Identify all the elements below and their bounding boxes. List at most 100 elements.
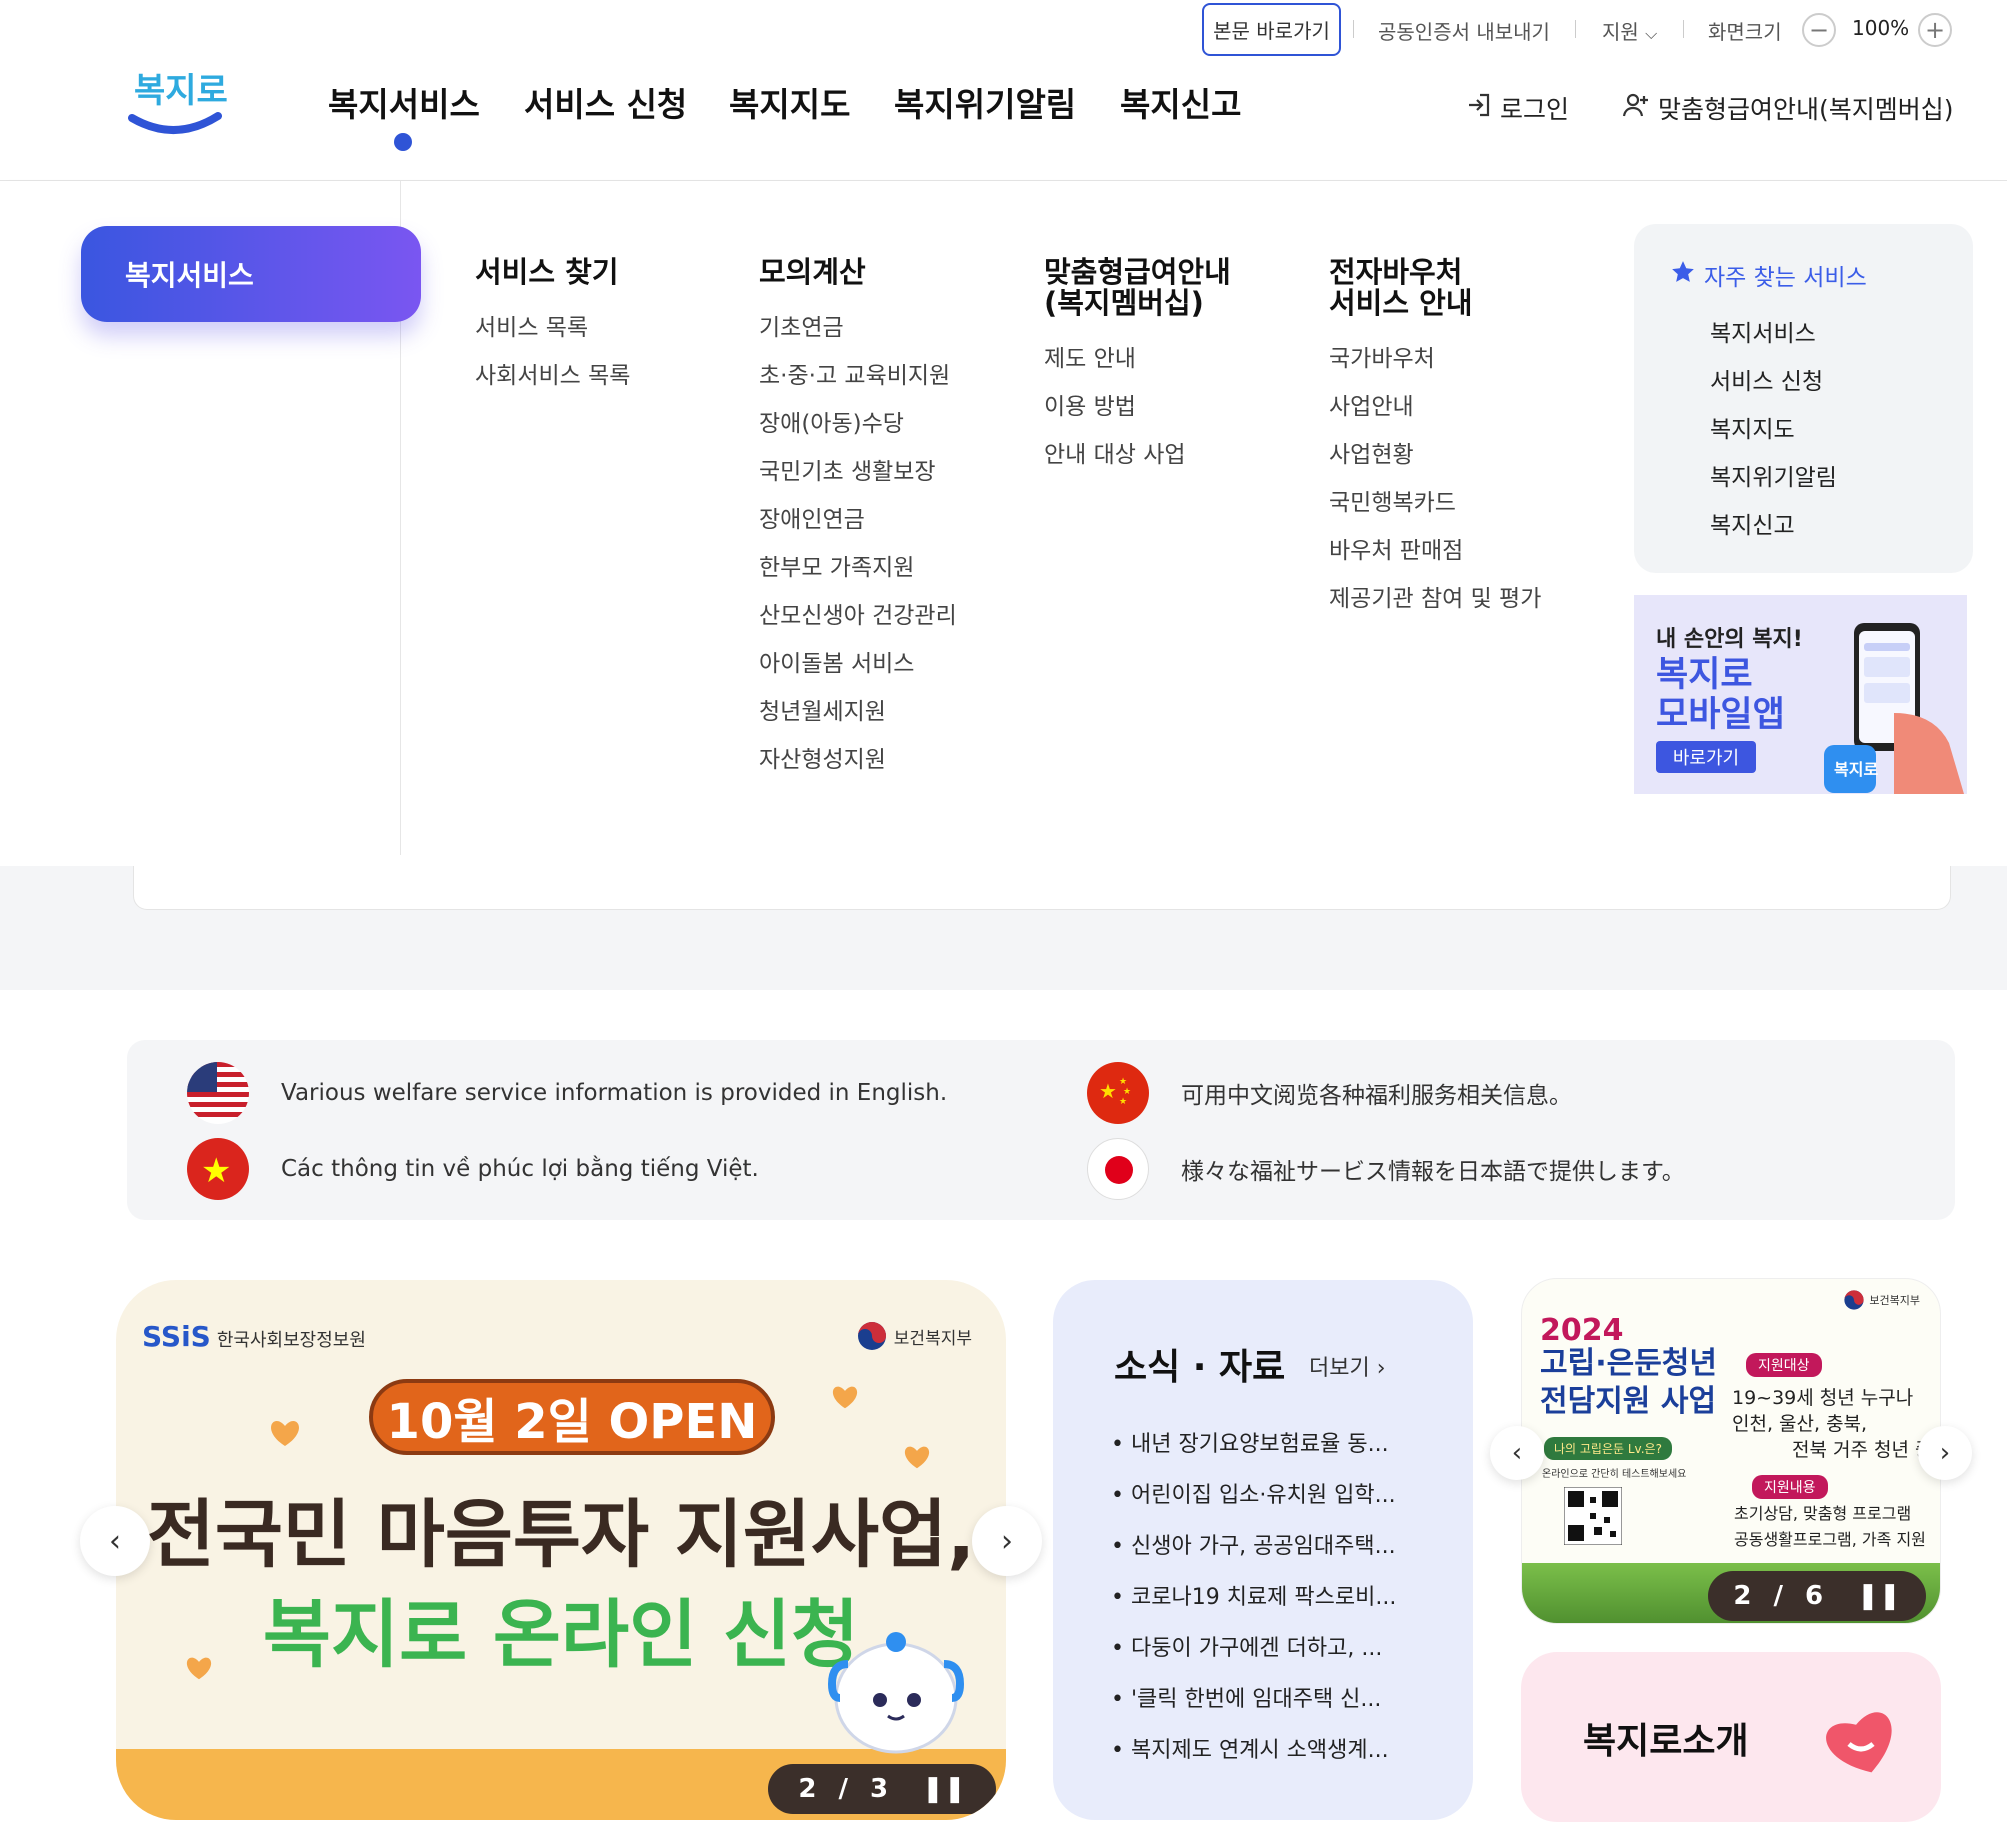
favorite-link[interactable]: 복지위기알림: [1710, 458, 1837, 492]
heart-tag-icon: [1826, 1712, 1892, 1773]
open-date-badge: 10월 2일 OPEN: [369, 1379, 775, 1455]
support-label: 지원: [1602, 20, 1639, 44]
side-banner-line: 공동생활프로그램, 가족 지원: [1734, 1530, 1926, 1549]
favorite-services-panel: 자주 찾는 서비스 복지서비스 서비스 신청 복지지도 복지위기알림 복지신고: [1634, 224, 1973, 573]
menu-link[interactable]: 기초연금: [759, 304, 957, 352]
menu-column-title[interactable]: 전자바우처 서비스 안내: [1329, 257, 1541, 319]
chevron-left-icon: ‹: [1511, 1438, 1523, 1468]
mega-menu-section-title[interactable]: 복지서비스: [81, 226, 421, 322]
support-dropdown[interactable]: 지원 ⌵: [1602, 16, 1657, 45]
app-banner-button[interactable]: 바로가기: [1656, 741, 1756, 773]
menu-column-title[interactable]: 서비스 찾기: [475, 257, 630, 288]
language-japanese-link[interactable]: 様々な福祉サービス情報を日本語で提供します。: [1087, 1138, 1685, 1200]
menu-link[interactable]: 사업현황: [1329, 431, 1541, 479]
menu-link[interactable]: 산모신생아 건강관리: [759, 592, 957, 640]
zoom-out-button[interactable]: −: [1802, 13, 1836, 47]
main-banner-slide[interactable]: SSiS 한국사회보장정보원 보건복지부 10월 2일 OPEN 전국민 마음투자…: [116, 1280, 1006, 1820]
language-vietnamese-text: Các thông tin về phúc lợi bằng tiếng Việ…: [281, 1156, 759, 1182]
menu-column-title-line: 전자바우처: [1329, 255, 1463, 289]
nav-welfare-map[interactable]: 복지지도: [729, 78, 850, 126]
membership-label: 맞춤형급여안내(복지멤버십): [1658, 95, 1954, 124]
divider: [1353, 20, 1354, 38]
support-target-tag: 지원대상: [1746, 1353, 1822, 1377]
hero-card-edge: [133, 866, 1951, 910]
svg-text:★: ★: [1119, 1077, 1127, 1087]
menu-link[interactable]: 이용 방법: [1044, 383, 1231, 431]
login-link[interactable]: 로그인: [1466, 90, 1569, 126]
app-banner-tagline: 내 손안의 복지!: [1656, 627, 1803, 652]
menu-link[interactable]: 국민기초 생활보장: [759, 448, 957, 496]
menu-link[interactable]: 국가바우처: [1329, 335, 1541, 383]
menu-link[interactable]: 아이돌봄 서비스: [759, 640, 957, 688]
ssis-logo: SSiS 한국사회보장정보원: [142, 1320, 366, 1353]
language-vietnamese-link[interactable]: ★ Các thông tin về phúc lợi bằng tiếng V…: [187, 1138, 759, 1200]
nav-welfare-report[interactable]: 복지신고: [1120, 78, 1241, 126]
side-banner-year: 2024: [1540, 1313, 1624, 1348]
menu-link[interactable]: 사업안내: [1329, 383, 1541, 431]
news-more-link[interactable]: 더보기 ›: [1309, 1350, 1386, 1382]
news-item[interactable]: • 다둥이 가구에겐 더하고, ...: [1111, 1630, 1382, 1662]
language-english-link[interactable]: Various welfare service information is p…: [187, 1062, 947, 1124]
mobile-app-banner[interactable]: 내 손안의 복지! 복지로 모바일앱 바로가기 복지로: [1634, 595, 1967, 794]
site-logo[interactable]: 복지로: [122, 58, 228, 140]
favorite-link[interactable]: 서비스 신청: [1710, 362, 1823, 396]
menu-column-title[interactable]: 모의계산: [759, 257, 957, 288]
news-item[interactable]: • '클릭 한번에 임대주택 신...: [1111, 1681, 1381, 1713]
news-item[interactable]: • 내년 장기요양보험료율 동...: [1111, 1426, 1389, 1458]
nav-service-apply[interactable]: 서비스 신청: [524, 78, 687, 126]
banner-next-button[interactable]: ›: [972, 1506, 1042, 1576]
chevron-left-icon: ‹: [109, 1523, 121, 1559]
menu-link[interactable]: 자산형성지원: [759, 736, 957, 784]
slide-pager: 2 / 3 ❚❚: [768, 1764, 996, 1814]
user-plus-icon: [1622, 92, 1650, 124]
side-banner-slide[interactable]: 보건복지부 2024 고립·은둔청년 전담지원 사업 지원대상 19~39세 청년…: [1521, 1278, 1941, 1624]
menu-link[interactable]: 바우처 판매점: [1329, 527, 1541, 575]
membership-link[interactable]: 맞춤형급여안내(복지멤버십): [1622, 90, 1954, 126]
menu-link[interactable]: 한부모 가족지원: [759, 544, 957, 592]
side-banner-next-button[interactable]: ›: [1918, 1426, 1972, 1480]
ministry-emblem-icon: [857, 1322, 886, 1350]
menu-column-title[interactable]: 맞춤형급여안내 (복지멤버십): [1044, 257, 1231, 319]
news-item[interactable]: • 코로나19 치료제 팍스로비...: [1111, 1579, 1396, 1611]
slide-total: 6: [1804, 1581, 1824, 1611]
menu-link[interactable]: 청년월세지원: [759, 688, 957, 736]
menu-link[interactable]: 서비스 목록: [475, 304, 630, 352]
heart-decoration: [832, 1386, 858, 1409]
menu-link[interactable]: 제공기관 참여 및 평가: [1329, 575, 1541, 623]
menu-link[interactable]: 사회서비스 목록: [475, 352, 630, 400]
menu-column-membership: 맞춤형급여안내 (복지멤버십) 제도 안내 이용 방법 안내 대상 사업: [1044, 257, 1231, 479]
star-icon: [1670, 259, 1696, 291]
favorite-link[interactable]: 복지서비스: [1710, 314, 1816, 348]
zoom-in-button[interactable]: +: [1918, 13, 1952, 47]
pause-button[interactable]: ❚❚: [1857, 1581, 1901, 1611]
cert-export-link[interactable]: 공동인증서 내보내기: [1378, 16, 1550, 45]
news-item[interactable]: • 어린이집 입소·유치원 입학...: [1111, 1477, 1396, 1509]
menu-link[interactable]: 안내 대상 사업: [1044, 431, 1231, 479]
menu-link[interactable]: 국민행복카드: [1329, 479, 1541, 527]
qr-code-icon: [1564, 1487, 1622, 1545]
skip-to-content-link[interactable]: 본문 바로가기: [1202, 3, 1341, 56]
favorite-link[interactable]: 복지지도: [1710, 410, 1795, 444]
about-bokjiro-card[interactable]: 복지로소개: [1521, 1652, 1941, 1822]
menu-link[interactable]: 장애(아동)수당: [759, 400, 957, 448]
org-name: 한국사회보장정보원: [216, 1330, 366, 1351]
banner-prev-button[interactable]: ‹: [80, 1506, 150, 1576]
favorite-link[interactable]: 복지신고: [1710, 506, 1795, 540]
nav-welfare-service[interactable]: 복지서비스: [328, 78, 480, 126]
news-item-text: 복지제도 연계시 소액생계...: [1130, 1738, 1389, 1763]
menu-link[interactable]: 초·중·고 교육비지원: [759, 352, 957, 400]
nav-welfare-crisis-alert[interactable]: 복지위기알림: [894, 78, 1076, 126]
side-banner-prev-button[interactable]: ‹: [1490, 1426, 1544, 1480]
news-item[interactable]: • 복지제도 연계시 소액생계...: [1111, 1732, 1389, 1764]
language-chinese-link[interactable]: ★ ★ ★ ★ 可用中文阅览各种福利服务相关信息。: [1087, 1062, 1572, 1124]
app-banner-title: 복지로 모바일앱: [1656, 655, 1785, 735]
divider: [1575, 20, 1576, 38]
menu-link[interactable]: 제도 안내: [1044, 335, 1231, 383]
news-item-text: 내년 장기요양보험료율 동...: [1130, 1432, 1389, 1457]
chevron-down-icon: ⌵: [1645, 24, 1658, 43]
pause-button[interactable]: ❚❚: [922, 1774, 966, 1804]
menu-link[interactable]: 장애인연금: [759, 496, 957, 544]
news-more-label: 더보기: [1309, 1356, 1370, 1381]
news-item[interactable]: • 신생아 가구, 공공임대주택...: [1111, 1528, 1396, 1560]
svg-text:★: ★: [1099, 1079, 1117, 1103]
